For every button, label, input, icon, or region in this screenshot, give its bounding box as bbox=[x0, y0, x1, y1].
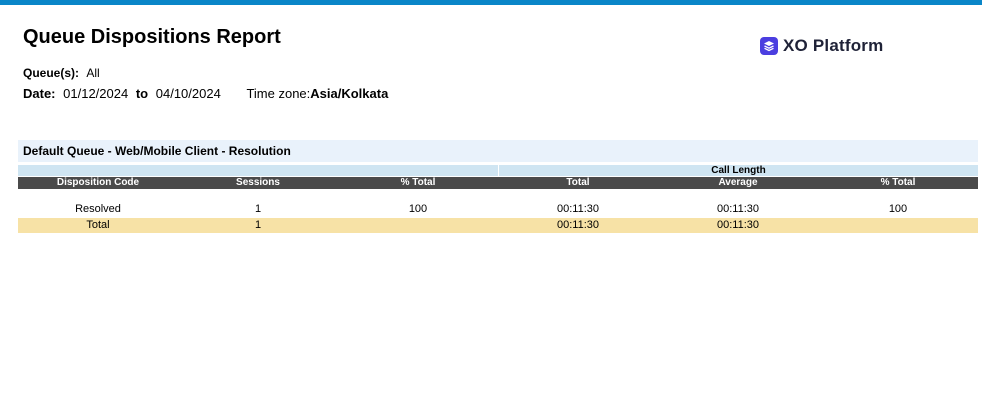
table-cell: 00:11:30 bbox=[716, 203, 759, 215]
date-from: 01/12/2024 bbox=[63, 86, 129, 101]
total-row: Total 1 00:11:30 00:11:30 bbox=[18, 218, 978, 233]
total-cell: 00:11:30 bbox=[716, 219, 759, 231]
top-accent-bar bbox=[0, 0, 982, 5]
queue-value: All bbox=[86, 66, 100, 80]
column-header: Disposition Code bbox=[56, 177, 140, 188]
table-cell: 100 bbox=[408, 203, 428, 215]
queue-filter: Queue(s): All bbox=[23, 66, 100, 80]
timezone-label: Time zone: bbox=[246, 86, 311, 101]
queue-label: Queue(s): bbox=[23, 66, 80, 80]
column-header: Sessions bbox=[236, 177, 280, 188]
date-to-label: to bbox=[135, 86, 149, 101]
table-cell: Resolved bbox=[75, 203, 121, 215]
timezone-value: Asia/Kolkata bbox=[310, 86, 389, 101]
date-to: 04/10/2024 bbox=[155, 86, 221, 101]
brand-logo: XO Platform bbox=[760, 36, 883, 56]
subheader-blank bbox=[18, 165, 498, 176]
column-header: Average bbox=[718, 177, 758, 188]
date-label: Date: bbox=[23, 86, 56, 101]
report-title: Queue Dispositions Report bbox=[23, 26, 281, 48]
date-range: Date: 01/12/2024 to 04/10/2024 Time zone… bbox=[23, 86, 388, 101]
column-header: % Total bbox=[400, 177, 436, 188]
table-cell: 00:11:30 bbox=[556, 203, 599, 215]
stack-layers-icon bbox=[760, 37, 778, 55]
brand-name: XO Platform bbox=[783, 36, 884, 55]
total-cell: 1 bbox=[254, 219, 262, 231]
table-row: Resolved 1 100 00:11:30 00:11:30 100 bbox=[18, 202, 978, 216]
total-cell bbox=[818, 218, 978, 233]
section-title: Default Queue - Web/Mobile Client - Reso… bbox=[18, 140, 978, 162]
column-header: % Total bbox=[880, 177, 916, 188]
call-length-group-header: Call Length bbox=[499, 165, 978, 176]
column-header: Total bbox=[566, 177, 590, 188]
table-header: Disposition Code Sessions % Total Total … bbox=[18, 177, 978, 189]
total-cell: 00:11:30 bbox=[556, 219, 599, 231]
total-cell bbox=[338, 218, 498, 233]
table-cell: 100 bbox=[888, 203, 908, 215]
table-cell: 1 bbox=[254, 203, 262, 215]
total-cell: Total bbox=[86, 219, 110, 231]
